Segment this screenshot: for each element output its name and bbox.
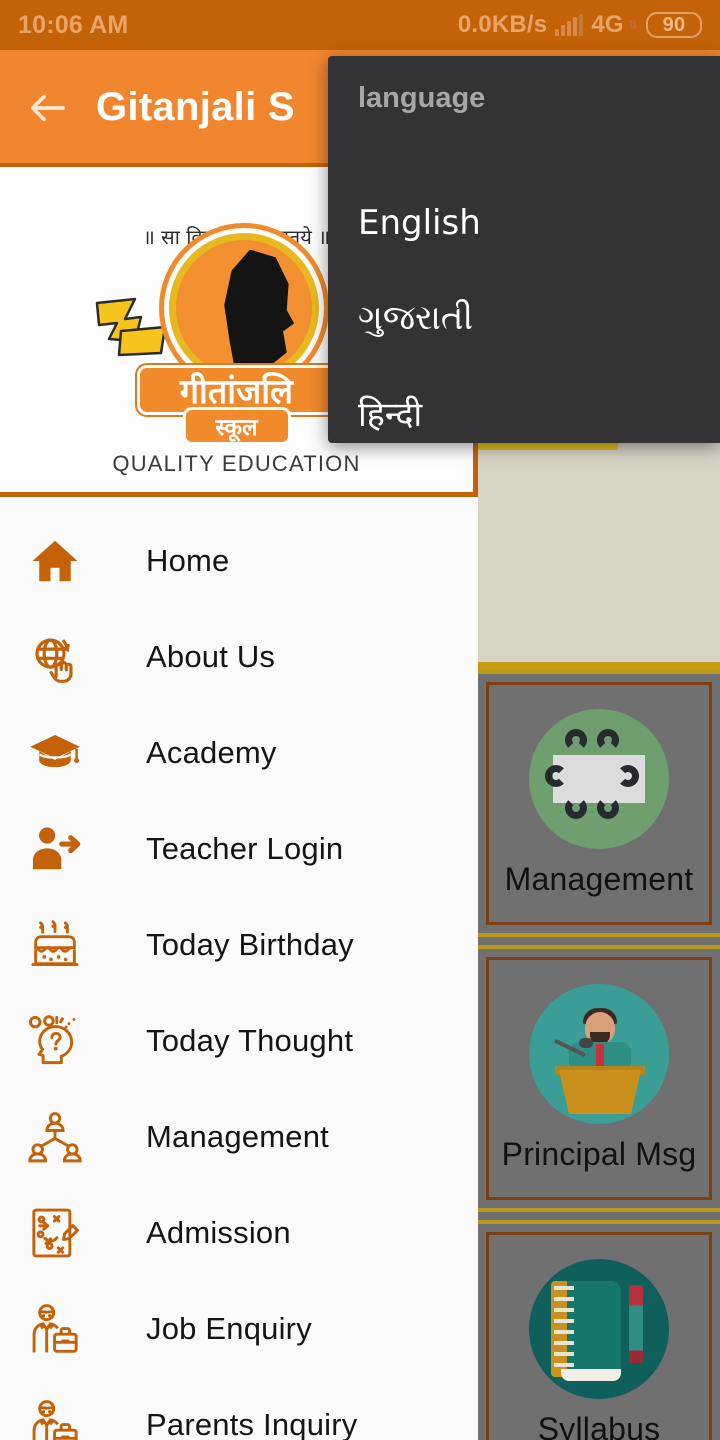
data-activity-icon: ⇅ [627,18,638,32]
drawer-item-label: Admission [146,1215,291,1250]
status-time: 10:06 AM [18,10,129,39]
drawer-item-teacher-login[interactable]: Teacher Login [0,801,478,897]
drawer-item-today-birthday[interactable]: Today Birthday [0,897,478,993]
app-screen: Management Principal Msg Syllabus ॥ सा व… [0,0,720,1440]
language-option-hindi[interactable]: हिन्दी [358,365,720,460]
globe-hand-icon [28,629,100,685]
content-card-management[interactable]: Management [478,670,720,937]
team-meeting-icon [529,709,669,849]
drawer-item-label: About Us [146,639,276,674]
tagore-emblem-icon [168,232,319,383]
drawer-item-job-enquiry[interactable]: Job Enquiry [0,1281,478,1377]
back-arrow-icon [30,94,66,121]
speaker-podium-icon [529,984,669,1124]
drawer-item-label: Today Thought [146,1023,354,1058]
back-button[interactable] [0,50,96,165]
status-bar: 10:06 AM 0.0KB/s 4G ⇅ 90 [0,0,720,50]
people-network-icon [28,1109,100,1165]
birthday-cake-icon [28,917,100,973]
battery-icon: 90 [646,12,702,38]
drawer-item-academy[interactable]: Academy [0,705,478,801]
hero-divider [478,662,720,670]
drawer-item-label: Management [146,1119,329,1154]
businessman-briefcase-icon [28,1397,100,1440]
drawer-item-label: Teacher Login [146,831,344,866]
drawer-item-label: Home [146,543,230,578]
language-dropdown-menu: language English ગુજરાતી हिन्दी [328,56,720,443]
network-type: 4G [591,11,624,38]
drawer-menu-list: Home About Us Academy Teacher Login Toda… [0,497,478,1440]
drawer-item-parents-inquiry[interactable]: Parents Inquiry [0,1377,478,1440]
page-title: Gitanjali S [96,85,295,129]
drawer-item-label: Parents Inquiry [146,1407,358,1440]
drawer-item-management[interactable]: Management [0,1089,478,1185]
dropdown-header-label: language [358,82,486,114]
thinking-head-icon [28,1013,100,1069]
school-tagline: QUALITY EDUCATION [112,450,361,476]
drawer-item-home[interactable]: Home [0,513,478,609]
language-option-gujarati[interactable]: ગુજરાતી [358,270,720,365]
person-login-icon [28,821,100,877]
graduation-cap-icon [28,725,100,781]
school-sub-hindi: स्कूल [182,406,291,445]
drawer-item-label: Academy [146,735,277,770]
notebook-pencil-icon [529,1259,669,1399]
content-card-principal-msg[interactable]: Principal Msg [478,945,720,1212]
drawer-item-label: Job Enquiry [146,1311,312,1346]
drawer-item-today-thought[interactable]: Today Thought [0,993,478,1089]
businessman-briefcase-icon [28,1301,100,1357]
content-card-syllabus[interactable]: Syllabus [478,1220,720,1440]
language-option-english[interactable]: English [358,175,720,270]
strategy-document-icon [28,1205,100,1261]
home-icon [28,533,100,589]
drawer-item-label: Today Birthday [146,927,354,962]
drawer-item-admission[interactable]: Admission [0,1185,478,1281]
signal-bars-icon [555,14,584,36]
network-speed: 0.0KB/s [457,11,548,38]
drawer-item-about-us[interactable]: About Us [0,609,478,705]
